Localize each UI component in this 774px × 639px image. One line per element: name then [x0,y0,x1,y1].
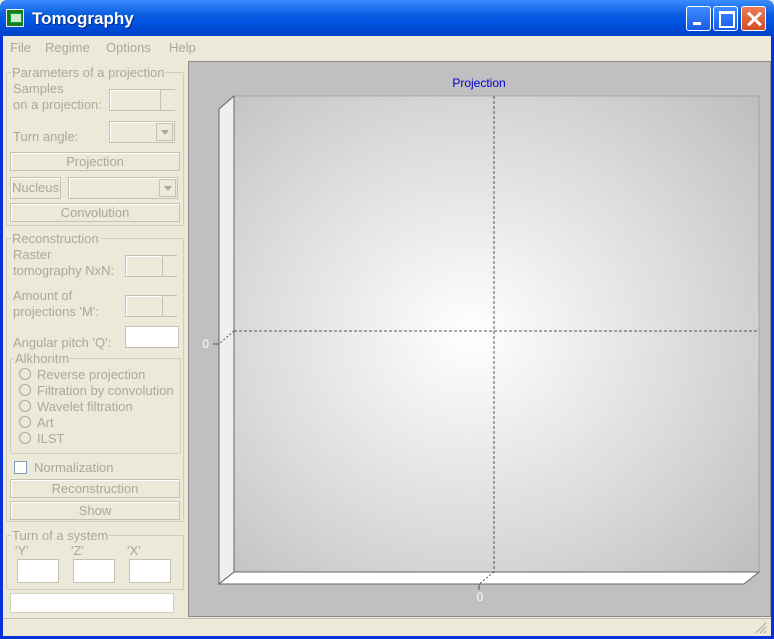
x-turn-input[interactable] [129,559,171,583]
menu-help[interactable]: Help [169,40,196,55]
raster-label-line2: tomography NxN: [13,263,115,278]
samples-label-line1: Samples [13,81,64,96]
window-title: Tomography [32,9,134,28]
radio-reverse-projection[interactable] [19,368,31,380]
y-tick-label: 0 [202,337,209,351]
amount-label-line1: Amount of [13,288,73,303]
status-bar [3,618,771,636]
app-icon[interactable] [6,9,24,27]
chevron-down-icon[interactable] [159,179,176,197]
projections-amount-spinner[interactable] [162,296,177,316]
plot-left-wall [218,94,235,586]
x-tick-label: 0 [477,590,484,604]
plot-back-wall [233,95,760,573]
radio-ilst[interactable] [19,432,31,444]
raster-spinner[interactable] [162,256,177,276]
algorithm-title: Alkhoritm [14,351,71,366]
chart-title: Projection [452,76,505,90]
maximize-button[interactable] [713,6,738,31]
minimize-button[interactable] [686,6,711,31]
z-turn-input[interactable] [73,559,115,583]
art-label: Art [37,415,54,430]
angular-pitch-input[interactable] [125,326,179,348]
resize-grip-icon[interactable] [755,622,767,634]
nucleus-select[interactable] [68,177,178,199]
reverse-projection-label: Reverse projection [37,367,146,382]
show-button[interactable]: Show [10,501,180,520]
samples-spinner[interactable] [160,90,175,110]
normalization-checkbox[interactable] [14,461,27,474]
system-turn-title: Turn of a system [11,528,110,543]
amount-label-line2: projections 'M': [13,304,99,319]
angular-pitch-label: Angular pitch 'Q': [13,335,112,350]
z-axis-label: 'Z' [71,543,84,558]
projection-parameters-title: Parameters of a projection [11,65,166,80]
radio-wavelet-filtration[interactable] [19,400,31,412]
ilst-label: ILST [37,431,65,446]
nucleus-button[interactable]: Nucleus [10,177,61,199]
projection-button[interactable]: Projection [10,152,180,171]
normalization-label: Normalization [34,460,114,475]
reconstruction-title: Reconstruction [11,231,100,246]
projection-chart: Projection 0 0 [202,76,761,604]
raster-input[interactable] [125,255,177,277]
menu-file[interactable]: File [10,40,31,55]
reconstruction-button[interactable]: Reconstruction [10,479,180,498]
samples-input[interactable] [109,89,175,111]
radio-art[interactable] [19,416,31,428]
turn-angle-select[interactable] [109,121,175,143]
samples-label-line2: on a projection: [13,97,102,112]
wavelet-filtration-label: Wavelet filtration [37,399,133,414]
y-turn-input[interactable] [17,559,59,583]
close-button[interactable] [741,6,766,31]
menu-options[interactable]: Options [106,40,151,55]
chevron-down-icon[interactable] [156,123,173,141]
window-border-left [0,36,3,639]
projections-amount-input[interactable] [125,295,177,317]
menu-regime[interactable]: Regime [45,40,90,55]
raster-label-line1: Raster [13,247,52,262]
x-axis-label: 'X' [127,543,141,558]
filtration-convolution-label: Filtration by convolution [37,383,174,398]
y-axis-label: 'Y' [15,543,29,558]
plot-floor [217,571,761,585]
radio-filtration-convolution[interactable] [19,384,31,396]
status-field [10,593,174,613]
turn-angle-label: Turn angle: [13,129,79,144]
projection-chart-panel[interactable]: Projection 0 0 [188,61,771,617]
convolution-button[interactable]: Convolution [10,203,180,222]
